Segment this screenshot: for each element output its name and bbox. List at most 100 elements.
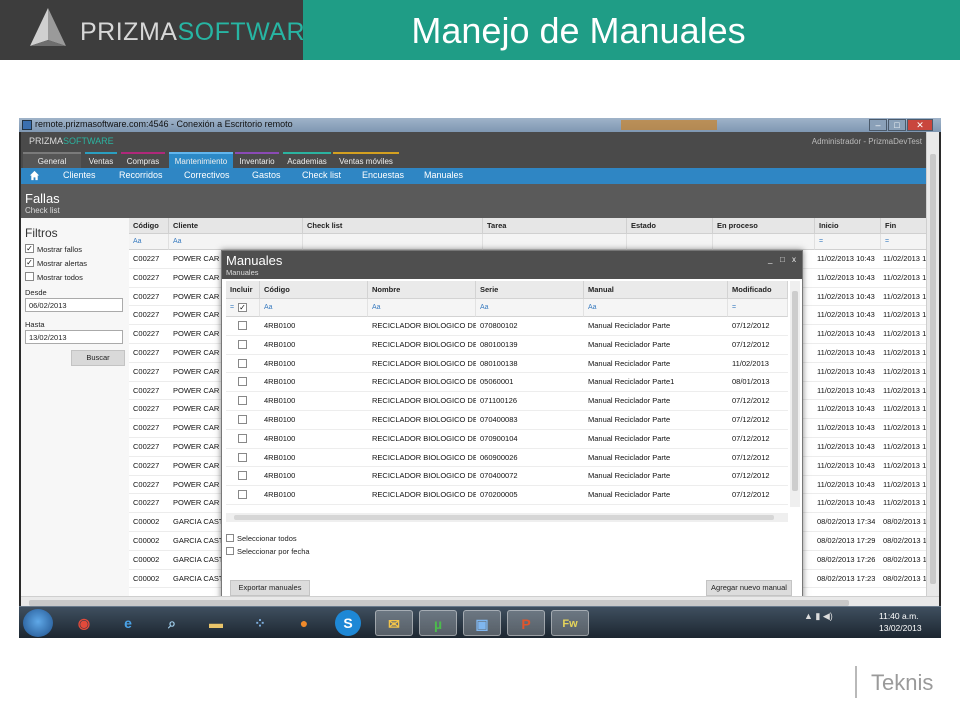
filter-tarea[interactable] [483,234,627,250]
col-header-tarea[interactable]: Tarea [483,218,627,234]
include-checkbox[interactable] [238,339,247,349]
col-header-codigo[interactable]: Código [129,218,169,234]
filter-codigo[interactable]: Aa [260,299,368,317]
export-manuals-button[interactable]: Exportar manuales [230,580,310,596]
include-checkbox[interactable] [238,452,247,462]
dialog-close-button[interactable]: x [792,255,796,264]
network-icon[interactable]: ⁘ [241,610,279,636]
subnav-clientes[interactable]: Clientes [63,170,96,180]
include-checkbox[interactable] [238,396,247,406]
filter-serie[interactable]: Aa [476,299,584,317]
col-header-serie[interactable]: Serie [476,281,584,299]
select-all-checkbox[interactable] [226,534,234,542]
start-button[interactable] [23,609,53,637]
powerpoint-icon[interactable]: P [507,610,545,636]
subnav-correctivos[interactable]: Correctivos [184,170,230,180]
subnav-gastos[interactable]: Gastos [252,170,281,180]
dialog-vertical-scrollbar[interactable] [790,281,800,507]
select-all-option[interactable]: Seleccionar todos [226,534,297,543]
dialog-minimize-button[interactable]: _ [768,255,772,264]
table-row[interactable]: 4RB0100 RECICLADOR BIOLOGICO DE 071100126 M… [226,392,788,411]
include-all-checkbox[interactable]: ✓ [237,303,247,312]
close-button[interactable]: ✕ [907,119,933,131]
select-by-date-checkbox[interactable] [226,547,234,555]
filter-estado[interactable] [627,234,713,250]
tab-mantenimiento[interactable]: Mantenimiento [169,152,233,168]
chrome-icon[interactable]: ◉ [65,610,103,636]
tab-ventas-moviles[interactable]: Ventas móviles [333,152,399,168]
desde-input[interactable]: 06/02/2013 [25,298,123,312]
table-row[interactable]: 4RB0100 RECICLADOR BIOLOGICO DE 070400083 M… [226,411,788,430]
tab-general[interactable]: General [23,152,81,168]
system-tray[interactable]: ▲ ▮ ◀) [804,611,833,622]
col-header-manual[interactable]: Manual [584,281,728,299]
tab-inventario[interactable]: Inventario [235,152,279,168]
filter-en-proceso[interactable] [713,234,815,250]
mostrar-alertas-checkbox[interactable]: ✓ [25,258,34,267]
table-row[interactable]: 4RB0100 RECICLADOR BIOLOGICO DE 070400072 M… [226,467,788,487]
col-header-modificado[interactable]: Modificado [728,281,788,299]
subnav-check-list[interactable]: Check list [302,170,341,180]
table-row[interactable]: 4RB0100 RECICLADOR BIOLOGICO DE 05060001 Ma… [226,373,788,393]
dialog-horizontal-scrollbar[interactable] [226,513,788,522]
filter-codigo[interactable]: Aa [129,234,169,250]
tab-academias[interactable]: Academias [283,152,331,168]
outlook-icon[interactable]: ✉ [375,610,413,636]
folder-icon[interactable]: ▬ [197,610,235,636]
firefox-icon[interactable]: ● [285,610,323,636]
vertical-scrollbar[interactable] [926,132,939,596]
select-by-date-option[interactable]: Seleccionar por fecha [226,547,310,556]
maximize-button[interactable]: □ [888,119,906,131]
col-header-codigo[interactable]: Código [260,281,368,299]
utorrent-icon[interactable]: µ [419,610,457,636]
include-checkbox[interactable] [238,490,247,500]
search-icon[interactable]: ⌕ [153,610,191,636]
include-checkbox[interactable] [238,358,247,368]
filter-inicio[interactable]: = [815,234,881,250]
table-row[interactable]: 4RB0100 RECICLADOR BIOLOGICO DE 060900026 M… [226,449,788,468]
dialog-maximize-button[interactable]: □ [780,255,785,264]
skype-icon[interactable]: S [335,610,361,636]
tab-compras[interactable]: Compras [121,152,165,168]
col-header-check-list[interactable]: Check list [303,218,483,234]
include-checkbox[interactable] [238,433,247,443]
filter-nombre[interactable]: Aa [368,299,476,317]
subnav-encuestas[interactable]: Encuestas [362,170,404,180]
remote-desktop-icon[interactable]: ▣ [463,610,501,636]
col-header-inicio[interactable]: Inicio [815,218,881,234]
filter-fin[interactable]: = [881,234,928,250]
internet-explorer-icon[interactable]: e [109,610,147,636]
filter-check-list[interactable] [303,234,483,250]
filter-cliente[interactable]: Aa [169,234,303,250]
include-checkbox[interactable] [238,471,247,481]
user-label[interactable]: Administrador - PrizmaDevTest [812,137,922,146]
table-row[interactable]: 4RB0100 RECICLADOR BIOLOGICO DE 070800102 M… [226,317,788,336]
minimize-button[interactable]: – [869,119,887,131]
table-row[interactable]: 4RB0100 RECICLADOR BIOLOGICO DE 080100139 M… [226,336,788,355]
mostrar-fallos-checkbox[interactable]: ✓ [25,244,34,253]
home-icon[interactable] [29,170,40,181]
filter-manual[interactable]: Aa [584,299,728,317]
add-manual-button[interactable]: Agregar nuevo manual [706,580,792,596]
include-checkbox[interactable] [238,321,247,330]
col-header-en-proceso[interactable]: En proceso [713,218,815,234]
hasta-input[interactable]: 13/02/2013 [25,330,123,344]
col-header-incluir[interactable]: Incluir [226,281,260,299]
fireworks-icon[interactable]: Fw [551,610,589,636]
table-row[interactable]: 4RB0100 RECICLADOR BIOLOGICO DE 070900104 M… [226,430,788,449]
table-row[interactable]: 4RB0100 RECICLADOR BIOLOGICO DE 080100138 M… [226,355,788,374]
filter-incluir[interactable]: = ✓ [226,299,260,317]
mostrar-todos-checkbox[interactable] [25,272,34,281]
col-header-estado[interactable]: Estado [627,218,713,234]
buscar-button[interactable]: Buscar [71,350,125,366]
tab-ventas[interactable]: Ventas [85,152,117,168]
include-checkbox[interactable] [238,415,247,424]
col-header-fin[interactable]: Fin [881,218,928,234]
clock[interactable]: 11:40 a.m. 13/02/2013 [879,610,922,634]
col-header-cliente[interactable]: Cliente [169,218,303,234]
table-row[interactable]: 4RB0100 RECICLADOR BIOLOGICO DE 070200005 M… [226,486,788,505]
subnav-manuales[interactable]: Manuales [424,170,463,180]
filter-modificado[interactable]: = [728,299,788,317]
subnav-recorridos[interactable]: Recorridos [119,170,163,180]
col-header-nombre[interactable]: Nombre [368,281,476,299]
